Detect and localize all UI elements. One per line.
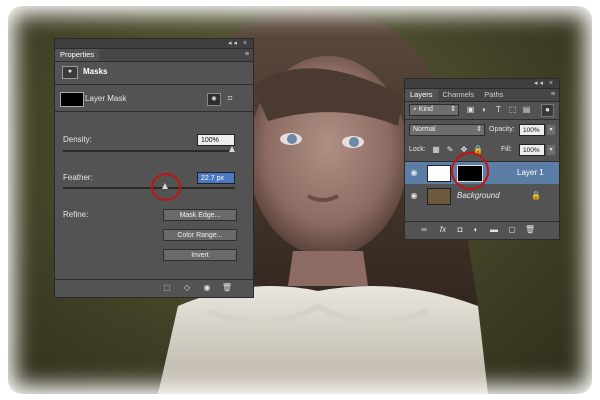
density-slider-thumb[interactable] xyxy=(229,146,235,152)
load-selection-icon[interactable]: ⬚ xyxy=(161,283,173,293)
background-thumbnail[interactable] xyxy=(427,188,451,205)
lock-icon: 🔒 xyxy=(531,191,541,200)
density-field[interactable]: 100% xyxy=(197,134,235,146)
layers-collapse-controls[interactable]: ◂◂ × xyxy=(534,79,555,88)
lock-transparent-icon[interactable]: ▦ xyxy=(431,145,441,155)
pixel-mask-icon[interactable]: ◉ xyxy=(207,93,221,106)
mask-edge-button[interactable]: Mask Edge... xyxy=(163,209,237,221)
properties-tabbar: Properties ≡ xyxy=(55,49,253,62)
tab-properties[interactable]: Properties xyxy=(55,49,100,61)
mask-divider xyxy=(55,111,253,112)
layers-titlebar[interactable]: ◂◂ × xyxy=(405,79,559,89)
panel-titlebar[interactable]: ◂◂ × xyxy=(55,39,253,49)
properties-panel: ◂◂ × Properties ≡ ● Masks Layer Mask ◉ ⌗… xyxy=(54,38,254,298)
fill-dropdown-icon[interactable]: ▾ xyxy=(547,145,555,155)
mask-label: Layer Mask xyxy=(85,94,127,103)
fx-icon[interactable]: fx xyxy=(437,225,449,235)
collapse-close-controls[interactable]: ◂◂ × xyxy=(228,39,249,48)
feather-field[interactable]: 22.7 px xyxy=(197,172,235,184)
layers-tabbar: Layers Channels Paths ≡ xyxy=(405,89,559,102)
filter-pixel-icon[interactable]: ▣ xyxy=(465,105,476,115)
opacity-dropdown-icon[interactable]: ▾ xyxy=(547,125,555,135)
apply-mask-icon[interactable]: ◇ xyxy=(181,283,193,293)
layer-row-background[interactable]: ◉ Background 🔒 xyxy=(405,185,559,207)
layer-1-thumbnail[interactable] xyxy=(427,165,451,182)
bottom-divider xyxy=(55,279,253,280)
chevron-updown-icon: ⇕ xyxy=(450,106,456,113)
tab-paths[interactable]: Paths xyxy=(479,89,508,101)
feather-slider[interactable] xyxy=(63,187,235,189)
tab-channels[interactable]: Channels xyxy=(438,89,480,101)
background-name[interactable]: Background xyxy=(457,191,500,201)
color-range-button[interactable]: Color Range... xyxy=(163,229,237,241)
layer-1-name[interactable]: Layer 1 xyxy=(517,168,544,178)
opacity-label: Opacity: xyxy=(489,126,515,133)
delete-layer-icon[interactable]: 🗑 xyxy=(525,225,535,235)
fill-label: Fill: xyxy=(501,146,512,153)
add-mask-icon[interactable]: ◘ xyxy=(455,225,465,235)
link-icon[interactable]: ∞ xyxy=(419,225,429,235)
lock-label: Lock: xyxy=(409,146,426,153)
filter-type-icon[interactable]: T xyxy=(493,105,504,115)
layers-bottom-divider xyxy=(405,221,559,222)
section-divider xyxy=(55,84,253,85)
mask-thumbnail[interactable] xyxy=(60,92,84,107)
refine-label: Refine: xyxy=(63,210,89,219)
mask-icon: ● xyxy=(62,66,78,79)
filter-smart-object-icon[interactable]: ▤ xyxy=(521,105,532,115)
chevron-updown-icon: ⇕ xyxy=(476,126,482,133)
vector-mask-icon[interactable]: ⌗ xyxy=(224,93,236,104)
filter-adjustment-icon[interactable]: ◐ xyxy=(479,105,490,115)
visibility-eye-icon[interactable]: ◉ xyxy=(409,168,419,178)
filter-toggle-icon[interactable]: ● xyxy=(541,104,554,117)
invert-button[interactable]: Invert xyxy=(163,249,237,261)
section-label: Masks xyxy=(83,67,108,76)
density-slider[interactable] xyxy=(63,150,235,152)
group-folder-icon[interactable]: ▬ xyxy=(489,225,499,235)
new-layer-icon[interactable]: ▢ xyxy=(507,225,517,235)
kind-filter-label: Kind xyxy=(418,106,433,113)
lock-image-icon[interactable]: ✎ xyxy=(445,145,455,155)
tab-layers[interactable]: Layers xyxy=(405,89,438,101)
density-label: Density: xyxy=(63,135,92,144)
screenshot-stage: ◂◂ × Properties ≡ ● Masks Layer Mask ◉ ⌗… xyxy=(0,0,600,400)
layers-filter-divider xyxy=(405,119,559,120)
fill-field[interactable]: 100% xyxy=(519,144,545,156)
feather-label: Feather: xyxy=(63,173,93,182)
blend-mode-select[interactable]: Normal ⇕ xyxy=(409,124,485,136)
visibility-eye-icon[interactable]: ◉ xyxy=(409,191,419,201)
opacity-field[interactable]: 100% xyxy=(519,124,545,136)
trash-icon[interactable]: 🗑 xyxy=(221,283,233,293)
blend-mode-label: Normal xyxy=(413,126,436,133)
panel-menu-icon[interactable]: ≡ xyxy=(245,49,249,61)
kind-filter-select[interactable]: ⌕ Kind ⇕ xyxy=(409,104,459,116)
layers-panel: ◂◂ × Layers Channels Paths ≡ ⌕ Kind ⇕ ▣ ◐… xyxy=(404,78,560,240)
eye-icon[interactable]: ◉ xyxy=(201,283,213,293)
feather-highlight-circle xyxy=(151,173,181,201)
filter-shape-icon[interactable]: ⬚ xyxy=(507,105,518,115)
adjustment-layer-icon[interactable]: ◐ xyxy=(471,225,481,235)
layers-menu-icon[interactable]: ≡ xyxy=(551,89,555,101)
